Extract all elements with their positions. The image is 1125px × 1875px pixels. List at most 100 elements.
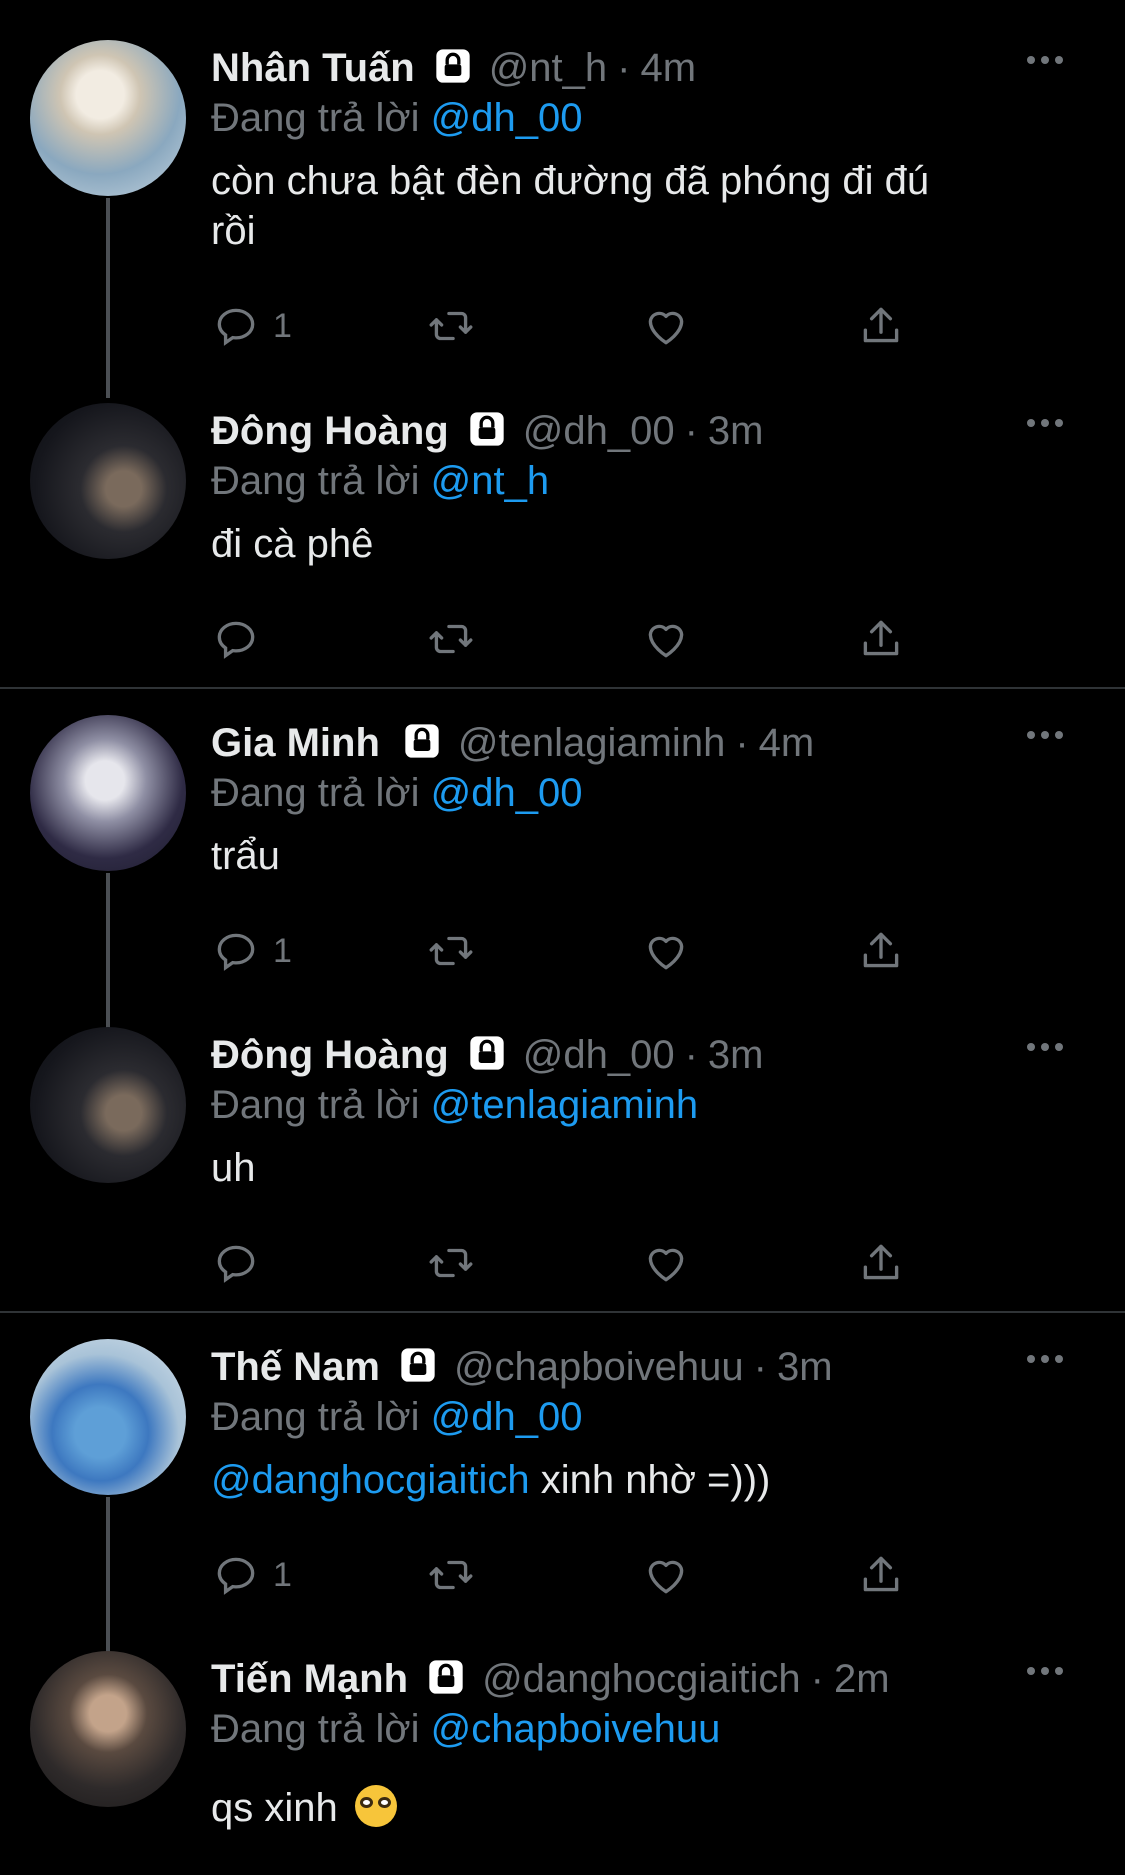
handle[interactable]: @danghocgiaitich (482, 1653, 801, 1705)
tweet[interactable]: Thế Nam @chapboivehuu · 3m Đang trả lời … (0, 1299, 1125, 1659)
reply-count: 1 (273, 1555, 292, 1594)
avatar[interactable] (30, 1651, 186, 1807)
separator-dot: · (735, 721, 749, 765)
tweet-text-line: còn chưa bật đèn đường đã phóng đi đú (211, 159, 930, 203)
reply-icon (217, 308, 255, 346)
display-name[interactable]: Đông Hoàng (211, 1029, 449, 1081)
share-button[interactable] (856, 923, 906, 979)
timestamp[interactable]: 3m (777, 1341, 833, 1393)
retweet-button[interactable] (426, 298, 476, 354)
like-button[interactable] (641, 298, 691, 354)
display-name[interactable]: Thế Nam (211, 1341, 380, 1393)
replying-to: Đang trả lời @dh_00 (211, 1393, 1041, 1441)
tweet-text: còn chưa bật đèn đường đã phóng đi đú rồ… (211, 156, 1041, 256)
share-button[interactable] (856, 611, 906, 667)
share-button[interactable] (856, 298, 906, 354)
tweet[interactable]: Tiến Mạnh @danghocgiaitich · 2m Đang trả… (0, 1611, 1125, 1875)
tweet[interactable]: Đông Hoàng @dh_00 · 3m Đang trả lời @ten… (0, 987, 1125, 1312)
display-name[interactable]: Đông Hoàng (211, 405, 449, 457)
action-bar: 1 (211, 1547, 911, 1603)
timestamp[interactable]: 4m (759, 717, 815, 769)
retweet-icon (429, 936, 473, 966)
more-icon[interactable] (1025, 1039, 1065, 1055)
reply-to-mention[interactable]: @tenlagiaminh (431, 1083, 698, 1127)
reply-button[interactable]: 1 (211, 298, 292, 354)
lock-icon (402, 721, 442, 761)
avatar[interactable] (30, 1027, 186, 1183)
more-icon[interactable] (1025, 415, 1065, 431)
replying-to: Đang trả lời @dh_00 (211, 94, 1041, 142)
tweet-text-line: qs xinh (211, 1786, 338, 1830)
like-icon (648, 1560, 684, 1594)
tweet-text: @danghocgiaitich xinh nhờ =))) (211, 1455, 1041, 1505)
lock-icon (467, 1033, 507, 1073)
timestamp[interactable]: 2m (834, 1653, 890, 1705)
like-icon (648, 936, 684, 970)
like-icon (648, 1248, 684, 1282)
share-button[interactable] (856, 1547, 906, 1603)
reply-to-mention[interactable]: @dh_00 (431, 1395, 583, 1439)
replying-to: Đang trả lời @dh_00 (211, 769, 1041, 817)
like-button[interactable] (641, 1235, 691, 1291)
reply-to-mention[interactable]: @nt_h (431, 459, 549, 503)
retweet-icon (429, 1560, 473, 1590)
handle[interactable]: @dh_00 (523, 1029, 675, 1081)
action-bar (211, 611, 911, 667)
handle[interactable]: @chapboivehuu (454, 1341, 744, 1393)
separator-dot: · (753, 1345, 767, 1389)
handle[interactable]: @dh_00 (523, 405, 675, 457)
tweet[interactable]: Đông Hoàng @dh_00 · 3m Đang trả lời @nt_… (0, 363, 1125, 688)
like-button[interactable] (641, 611, 691, 667)
reply-prefix: Đang trả lời (211, 1707, 420, 1751)
share-button[interactable] (856, 1235, 906, 1291)
more-icon[interactable] (1025, 1663, 1065, 1679)
retweet-button[interactable] (426, 1547, 476, 1603)
reply-button[interactable]: 1 (211, 923, 292, 979)
like-button[interactable] (641, 1547, 691, 1603)
action-bar: 1 (211, 298, 911, 354)
more-icon[interactable] (1025, 1351, 1065, 1367)
tweet-text-line: xinh nhờ =))) (529, 1458, 771, 1502)
timestamp[interactable]: 4m (641, 42, 697, 94)
reply-prefix: Đang trả lời (211, 771, 420, 815)
avatar[interactable] (30, 1339, 186, 1495)
avatar[interactable] (30, 715, 186, 871)
retweet-button[interactable] (426, 1235, 476, 1291)
more-icon[interactable] (1025, 52, 1065, 68)
reply-prefix: Đang trả lời (211, 459, 420, 503)
tweet-text: trẩu (211, 831, 1041, 881)
reply-prefix: Đang trả lời (211, 1395, 420, 1439)
like-icon (648, 311, 684, 345)
tweet-text: qs xinh (211, 1779, 1041, 1833)
tweet-text-line: rồi (211, 209, 256, 253)
more-icon[interactable] (1025, 727, 1065, 743)
reply-button[interactable]: 1 (211, 1547, 292, 1603)
handle[interactable]: @tenlagiaminh (458, 717, 725, 769)
avatar[interactable] (30, 40, 186, 196)
like-button[interactable] (641, 923, 691, 979)
avatar[interactable] (30, 403, 186, 559)
reply-icon (217, 1557, 255, 1595)
retweet-icon (429, 1248, 473, 1278)
display-name[interactable]: Gia Minh (211, 717, 380, 769)
lock-icon (398, 1345, 438, 1385)
reply-to-mention[interactable]: @chapboivehuu (431, 1707, 721, 1751)
retweet-button[interactable] (426, 923, 476, 979)
reply-to-mention[interactable]: @dh_00 (431, 771, 583, 815)
reply-button[interactable] (211, 611, 261, 667)
reply-to-mention[interactable]: @dh_00 (431, 96, 583, 140)
tweet[interactable]: Gia Minh @tenlagiaminh · 4m Đang trả lời… (0, 675, 1125, 1035)
timestamp[interactable]: 3m (708, 405, 764, 457)
action-bar: 1 (211, 923, 911, 979)
tweet[interactable]: Nhân Tuấn @nt_h · 4m Đang trả lời @dh_00… (0, 0, 1125, 398)
display-name[interactable]: Tiến Mạnh (211, 1653, 408, 1705)
separator-dot: · (684, 1033, 698, 1077)
separator-dot: · (684, 409, 698, 453)
timestamp[interactable]: 3m (708, 1029, 764, 1081)
text-mention[interactable]: @danghocgiaitich (211, 1458, 530, 1502)
handle[interactable]: @nt_h (489, 42, 607, 94)
reply-button[interactable] (211, 1235, 261, 1291)
display-name[interactable]: Nhân Tuấn (211, 42, 415, 94)
retweet-button[interactable] (426, 611, 476, 667)
reply-thread-feed: Nhân Tuấn @nt_h · 4m Đang trả lời @dh_00… (0, 0, 1125, 1875)
